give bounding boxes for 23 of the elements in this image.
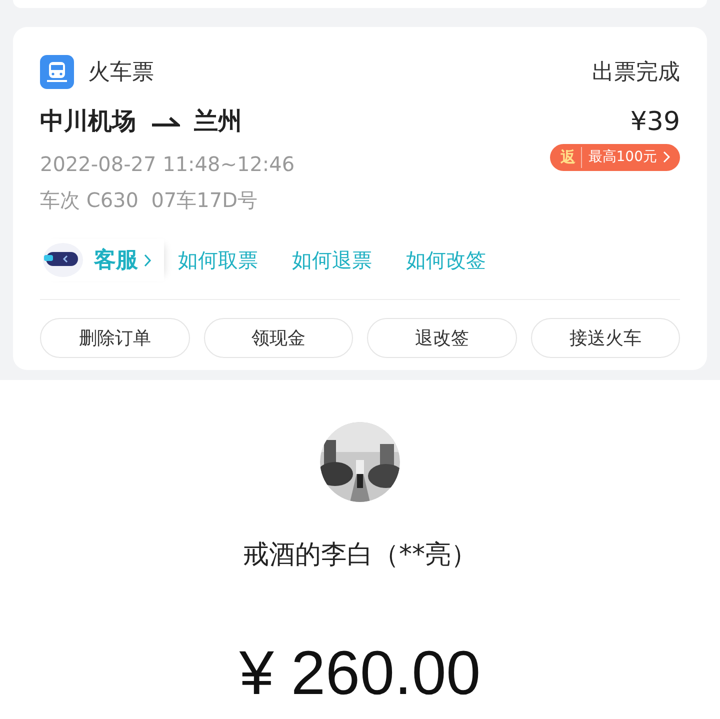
departure-station: 中川机场	[40, 106, 136, 137]
rebate-badge[interactable]: 返 最高100元	[550, 144, 680, 170]
chevron-right-icon	[144, 254, 152, 266]
payment-amount: ¥ 260.00	[239, 638, 481, 710]
action-button[interactable]: 接送火车	[530, 318, 680, 358]
train-info: 车次 C630 07车17D号	[40, 187, 259, 214]
help-link[interactable]: 如何退票	[292, 245, 372, 275]
ticket-price: ¥39	[630, 106, 680, 139]
rebate-text: 最高100元	[581, 146, 657, 168]
action-button[interactable]: 领现金	[204, 318, 353, 358]
arrival-station: 兰州	[194, 106, 242, 137]
train-icon	[40, 55, 74, 89]
help-link[interactable]: 如何改签	[406, 245, 486, 275]
chevron-right-icon	[663, 151, 670, 164]
payee-name: 戒酒的李白（**亮）	[243, 539, 477, 572]
action-button[interactable]: 退改签	[367, 318, 516, 358]
action-button[interactable]: 删除订单	[40, 318, 190, 358]
trip-datetime: 2022-08-27 11:48~12:46	[40, 151, 295, 178]
category-label: 火车票	[88, 58, 154, 86]
rebate-tag: 返	[560, 146, 576, 168]
help-link[interactable]: 如何取票	[178, 245, 258, 275]
order-status: 出票完成	[592, 58, 680, 86]
customer-service-button[interactable]: 客服	[94, 244, 152, 276]
